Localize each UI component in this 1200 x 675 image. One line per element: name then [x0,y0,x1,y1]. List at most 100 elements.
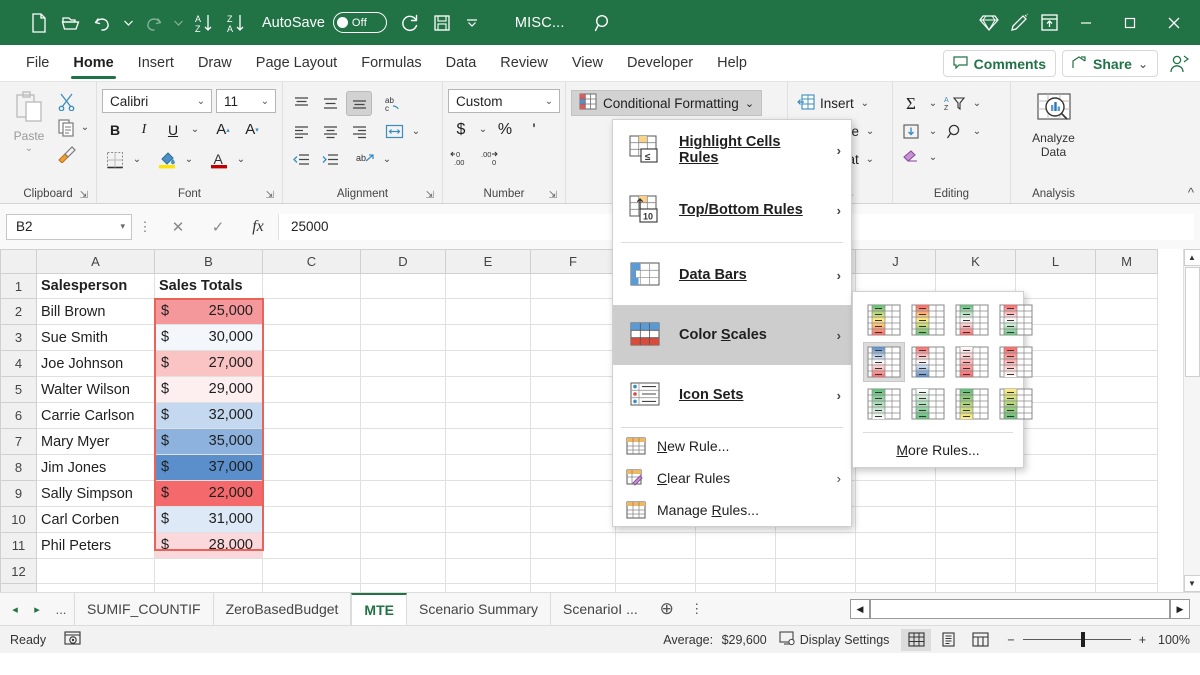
cell-c12[interactable] [262,558,361,584]
select-all-corner[interactable] [0,249,37,274]
swatch-yellow-green[interactable] [995,384,1037,424]
ribbon-display-options-icon[interactable] [1034,8,1064,38]
menu-item-color-scales[interactable]: Color Scales › [613,305,851,365]
tab-developer[interactable]: Developer [615,45,705,81]
cell-c8[interactable] [262,454,361,481]
tab-file[interactable]: File [14,45,61,81]
cell-l1[interactable] [1015,273,1096,299]
orientation-button[interactable]: ab c [381,91,407,116]
swatch-green-white-red[interactable] [951,300,993,340]
cell-c7[interactable] [262,428,361,455]
row-header-3[interactable]: 3 [0,324,37,351]
cell-i11[interactable] [775,532,856,559]
row-header-1[interactable]: 1 [0,273,37,299]
fill-color-button[interactable] [154,147,180,172]
format-painter-button[interactable] [53,141,79,166]
row-header-6[interactable]: 6 [0,402,37,429]
diamond-icon[interactable] [974,8,1004,38]
cell-d6[interactable] [360,402,446,429]
autosave-toggle[interactable]: AutoSave Off [262,12,387,33]
cell-d5[interactable] [360,376,446,403]
cell-a11[interactable]: Phil Peters [36,532,155,559]
cell-l11[interactable] [1015,532,1096,559]
cell-e10[interactable] [445,506,531,533]
menu-item-manage-rules[interactable]: Manage Rules... [613,494,851,526]
menu-item-new-rule[interactable]: New Rule... [613,430,851,462]
tab-help[interactable]: Help [705,45,759,81]
minimize-button[interactable] [1064,0,1108,45]
share-caret-icon[interactable]: ⌄ [1138,57,1148,71]
cell-b1[interactable]: Sales Totals [154,273,263,299]
borders-button[interactable] [102,147,128,172]
cell-k12[interactable] [935,558,1016,584]
cell-k9[interactable] [935,480,1016,507]
clear-button[interactable] [898,145,924,170]
cell-e8[interactable] [445,454,531,481]
cell-m3[interactable] [1095,324,1158,351]
swatch-red-yellow-green[interactable] [907,300,949,340]
share-people-icon[interactable] [1164,49,1194,79]
cell-f8[interactable] [530,454,616,481]
row-header-11[interactable]: 11 [0,532,37,559]
decrease-decimal-button[interactable]: .00 0 [477,145,503,170]
cell-m6[interactable] [1095,402,1158,429]
paste-button[interactable]: Paste ⌄ [5,87,53,154]
tab-view[interactable]: View [560,45,615,81]
vertical-scroll-thumb[interactable] [1184,267,1200,377]
customize-qat-caret-icon[interactable] [459,8,485,38]
col-header-j[interactable]: J [855,249,936,274]
font-name-combo[interactable]: Calibri ⌄ [102,89,212,113]
cell-j10[interactable] [855,506,936,533]
col-header-b[interactable]: B [154,249,263,274]
cell-e5[interactable] [445,376,531,403]
cell-b2[interactable]: $ 25,000 [154,298,263,325]
cell-b9[interactable]: $ 22,000 [154,480,263,507]
borders-caret-icon[interactable]: ⌄ [131,154,143,165]
cell-f12[interactable] [530,558,616,584]
add-sheet-button[interactable]: ⊕ [650,599,684,619]
cell-m10[interactable] [1095,506,1158,533]
cell-f5[interactable] [530,376,616,403]
cell-b12[interactable] [154,558,263,584]
cell-e9[interactable] [445,480,531,507]
formula-bar-handle[interactable]: ⋮ [132,219,158,235]
tab-page-layout[interactable]: Page Layout [244,45,349,81]
cell-e6[interactable] [445,402,531,429]
alignment-dialog-launcher-icon[interactable]: ⇲ [426,190,434,201]
close-button[interactable] [1152,0,1196,45]
align-left-button[interactable] [288,119,314,144]
cell-l7[interactable] [1015,428,1096,455]
fill-color-caret-icon[interactable]: ⌄ [183,154,195,165]
cell-c1[interactable] [262,273,361,299]
insert-cells-button[interactable]: Insert ⌄ [793,90,875,117]
cell-d7[interactable] [360,428,446,455]
cell-f2[interactable] [530,298,616,325]
name-box-caret-icon[interactable]: ▾ [120,221,125,232]
shrink-font-button[interactable]: A ▾ [239,117,265,142]
tab-data[interactable]: Data [434,45,489,81]
cell-m11[interactable] [1095,532,1158,559]
paste-caret-icon[interactable]: ⌄ [25,143,33,154]
row-header-7[interactable]: 7 [0,428,37,455]
row-header-12[interactable]: 12 [0,558,37,584]
page-break-preview-button[interactable] [965,629,995,651]
decrease-indent-button[interactable] [288,147,314,172]
menu-item-clear-rules[interactable]: Clear Rules › [613,462,851,494]
cell-j11[interactable] [855,532,936,559]
cell-g12[interactable] [615,558,696,584]
cell-b7[interactable]: $ 35,000 [154,428,263,455]
cell-f4[interactable] [530,350,616,377]
analyze-data-button[interactable]: Analyze Data [1016,89,1091,159]
font-color-button[interactable]: A [206,147,232,172]
tab-insert[interactable]: Insert [126,45,186,81]
zoom-slider[interactable]: − + [1007,632,1146,647]
cancel-formula-button[interactable]: ✕ [158,214,198,240]
col-header-a[interactable]: A [36,249,155,274]
zoom-out-button[interactable]: − [1007,633,1014,647]
cell-g11[interactable] [615,532,696,559]
swatch-green-yellow[interactable] [951,384,993,424]
cell-m7[interactable] [1095,428,1158,455]
cell-a2[interactable]: Bill Brown [36,298,155,325]
align-top-button[interactable] [288,91,314,116]
text-orientation-button[interactable]: ab [352,147,378,172]
